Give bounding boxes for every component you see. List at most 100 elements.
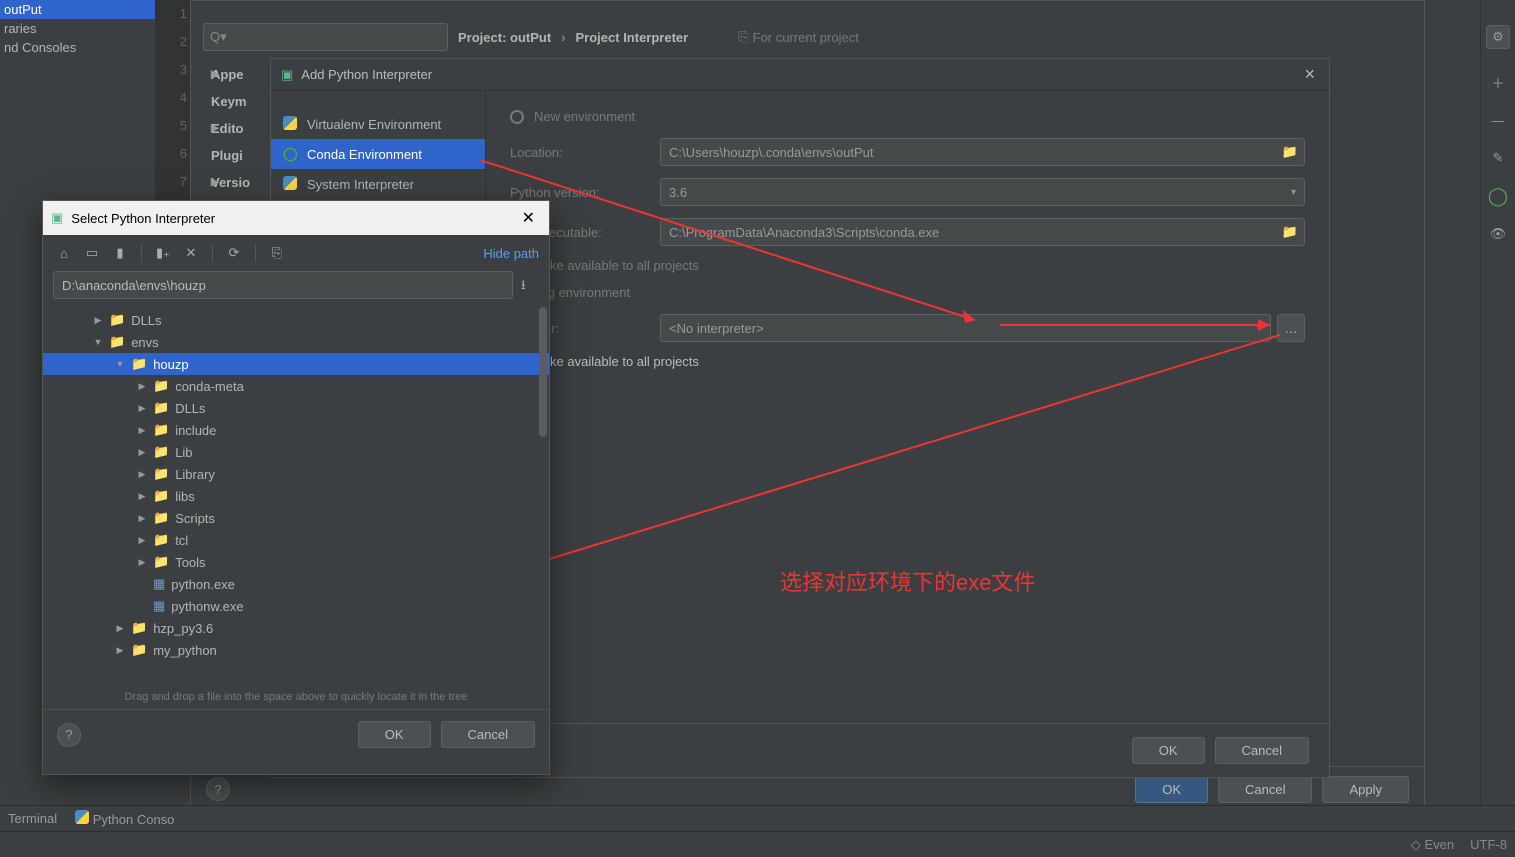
conda-exe-input[interactable]: C:\ProgramData\Anaconda3\Scripts\conda.e… [660,218,1305,246]
select-interpreter-title: Select Python Interpreter [71,211,215,226]
python-version-label: Python version: [510,185,660,200]
settings-apply-button[interactable]: Apply [1322,776,1409,803]
tree-file[interactable]: ▦pythonw.exe [43,595,549,617]
new-environment-radio[interactable]: New environment [510,109,1305,124]
tree-folder[interactable]: ▶📁hzp_py3.6 [43,617,549,639]
conda-status-icon[interactable]: ◯ [1486,184,1510,208]
home-icon[interactable]: ⌂ [53,242,75,264]
new-folder-icon[interactable]: ▮₊ [152,242,174,264]
interpreter-select[interactable]: <No interpreter> [660,314,1271,342]
expand-arrow-icon[interactable]: ▶ [137,381,147,392]
interpreter-type-virtualenv[interactable]: Virtualenv Environment [271,109,485,139]
expand-arrow-icon[interactable]: ▼ [93,337,103,347]
python-version-row: Python version: 3.6 [510,178,1305,206]
interpreter-type-conda[interactable]: Conda Environment [271,139,485,169]
tree-item-label: Scripts [175,511,215,526]
tree-folder[interactable]: ▶📁my_python [43,639,549,661]
project-tree-item[interactable]: raries [0,19,155,38]
expand-arrow-icon[interactable]: ▶ [137,447,147,458]
expand-arrow-icon[interactable]: ▶ [137,469,147,480]
settings-cancel-button[interactable]: Cancel [1218,776,1312,803]
minus-icon[interactable]: — [1486,108,1510,132]
expand-arrow-icon[interactable]: ▶ [137,403,147,414]
add-interpreter-cancel-button[interactable]: Cancel [1215,737,1309,764]
add-interpreter-ok-button[interactable]: OK [1132,737,1205,764]
pencil-icon[interactable]: ✎ [1486,146,1510,170]
plus-icon[interactable]: ＋ [1486,70,1510,94]
encoding-indicator[interactable]: UTF-8 [1470,837,1507,852]
tree-folder[interactable]: ▶📁libs [43,485,549,507]
tree-folder[interactable]: ▼📁houzp [43,353,549,375]
expand-arrow-icon[interactable]: ▶ [137,425,147,436]
make-available-checkbox[interactable]: Make available to all projects [510,258,1305,273]
tree-folder[interactable]: ▶ 📁 Scripts [43,507,549,529]
tree-folder[interactable]: ▶📁DLLs [43,397,549,419]
scrollbar[interactable] [539,307,547,437]
help-icon[interactable]: ? [57,723,81,747]
hide-path-link[interactable]: Hide path [483,246,539,261]
delete-icon[interactable]: ✕ [180,242,202,264]
select-interpreter-cancel-button[interactable]: Cancel [441,721,535,748]
expand-arrow-icon[interactable]: ▶ [137,557,147,568]
show-hidden-icon[interactable]: ⎘ [266,242,288,264]
folder-icon[interactable]: 📁 [1282,224,1298,240]
expand-arrow-icon[interactable]: ▶ [137,513,147,524]
path-input[interactable]: D:\anaconda\envs\houzp [53,271,513,299]
tree-folder[interactable]: ▶📁include [43,419,549,441]
status-bar: ◇ Even UTF-8 [0,831,1515,857]
settings-ok-button[interactable]: OK [1135,776,1208,803]
terminal-tab[interactable]: Terminal [8,811,57,826]
eye-icon[interactable]: 👁 [1486,222,1510,246]
expand-arrow-icon[interactable]: ▶ [115,645,125,656]
tree-folder[interactable]: ▶📁Library [43,463,549,485]
settings-search-input[interactable]: Q▾ [203,23,448,51]
desktop-icon[interactable]: ▭ [81,242,103,264]
expand-arrow-icon[interactable]: ▶ [115,623,125,634]
project-icon[interactable]: ▮ [109,242,131,264]
browse-interpreter-button[interactable]: … [1277,314,1305,342]
expand-arrow-icon[interactable]: ▶ [137,535,147,546]
select-interpreter-ok-button[interactable]: OK [358,721,431,748]
project-tree-item[interactable]: nd Consoles [0,38,155,57]
download-icon[interactable]: ⭳ [521,276,539,294]
copy-icon: ⎘ [738,29,748,45]
make-available-checkbox-2[interactable]: Make available to all projects [510,354,1305,369]
tree-folder[interactable]: ▶📁tcl [43,529,549,551]
close-icon[interactable]: ✕ [516,208,541,228]
tree-folder[interactable]: ▶📁Tools [43,551,549,573]
interpreter-type-system[interactable]: System Interpreter [271,169,485,199]
tree-file[interactable]: ▦ python.exe [43,573,549,595]
folder-icon: 📁 [109,312,125,328]
python-version-select[interactable]: 3.6 [660,178,1305,206]
tree-item-label: python.exe [171,577,235,592]
expand-arrow-icon[interactable]: ▼ [115,359,125,369]
tree-folder[interactable]: ▶📁conda-meta [43,375,549,397]
event-log-link[interactable]: ◇ Even [1411,837,1454,853]
help-icon[interactable]: ? [206,777,230,801]
conda-icon [283,146,299,162]
tree-item-label: houzp [153,357,188,372]
folder-icon[interactable]: 📁 [1282,144,1298,160]
project-tree-item[interactable]: outPut [0,0,155,19]
tree-folder[interactable]: ▼📁envs [43,331,549,353]
location-row: Location: C:\Users\houzp\.conda\envs\out… [510,138,1305,166]
refresh-icon[interactable]: ⟳ [223,242,245,264]
tree-item-label: libs [175,489,195,504]
tree-folder[interactable]: ▶📁DLLs [43,309,549,331]
folder-icon: 📁 [131,642,147,658]
close-icon[interactable]: × [1300,64,1319,85]
conda-exe-row: nda executable: C:\ProgramData\Anaconda3… [510,218,1305,246]
existing-environment-radio[interactable]: ting environment [510,285,1305,300]
expand-arrow-icon[interactable]: ▶ [93,315,103,326]
path-row: D:\anaconda\envs\houzp ⭳ [43,271,549,307]
folder-icon: 📁 [153,510,169,526]
file-tree[interactable]: ▶📁DLLs▼📁envs▼📁houzp▶📁conda-meta▶📁DLLs▶📁i… [43,307,549,687]
tree-folder[interactable]: ▶📁Lib [43,441,549,463]
python-console-tab[interactable]: Python Conso [75,810,174,827]
gear-icon[interactable]: ⚙ [1486,25,1510,49]
file-icon: ▦ [153,576,165,592]
tree-item-label: Lib [175,445,192,460]
location-input[interactable]: C:\Users\houzp\.conda\envs\outPut📁 [660,138,1305,166]
expand-arrow-icon[interactable]: ▶ [137,491,147,502]
tree-item-label: hzp_py3.6 [153,621,213,636]
